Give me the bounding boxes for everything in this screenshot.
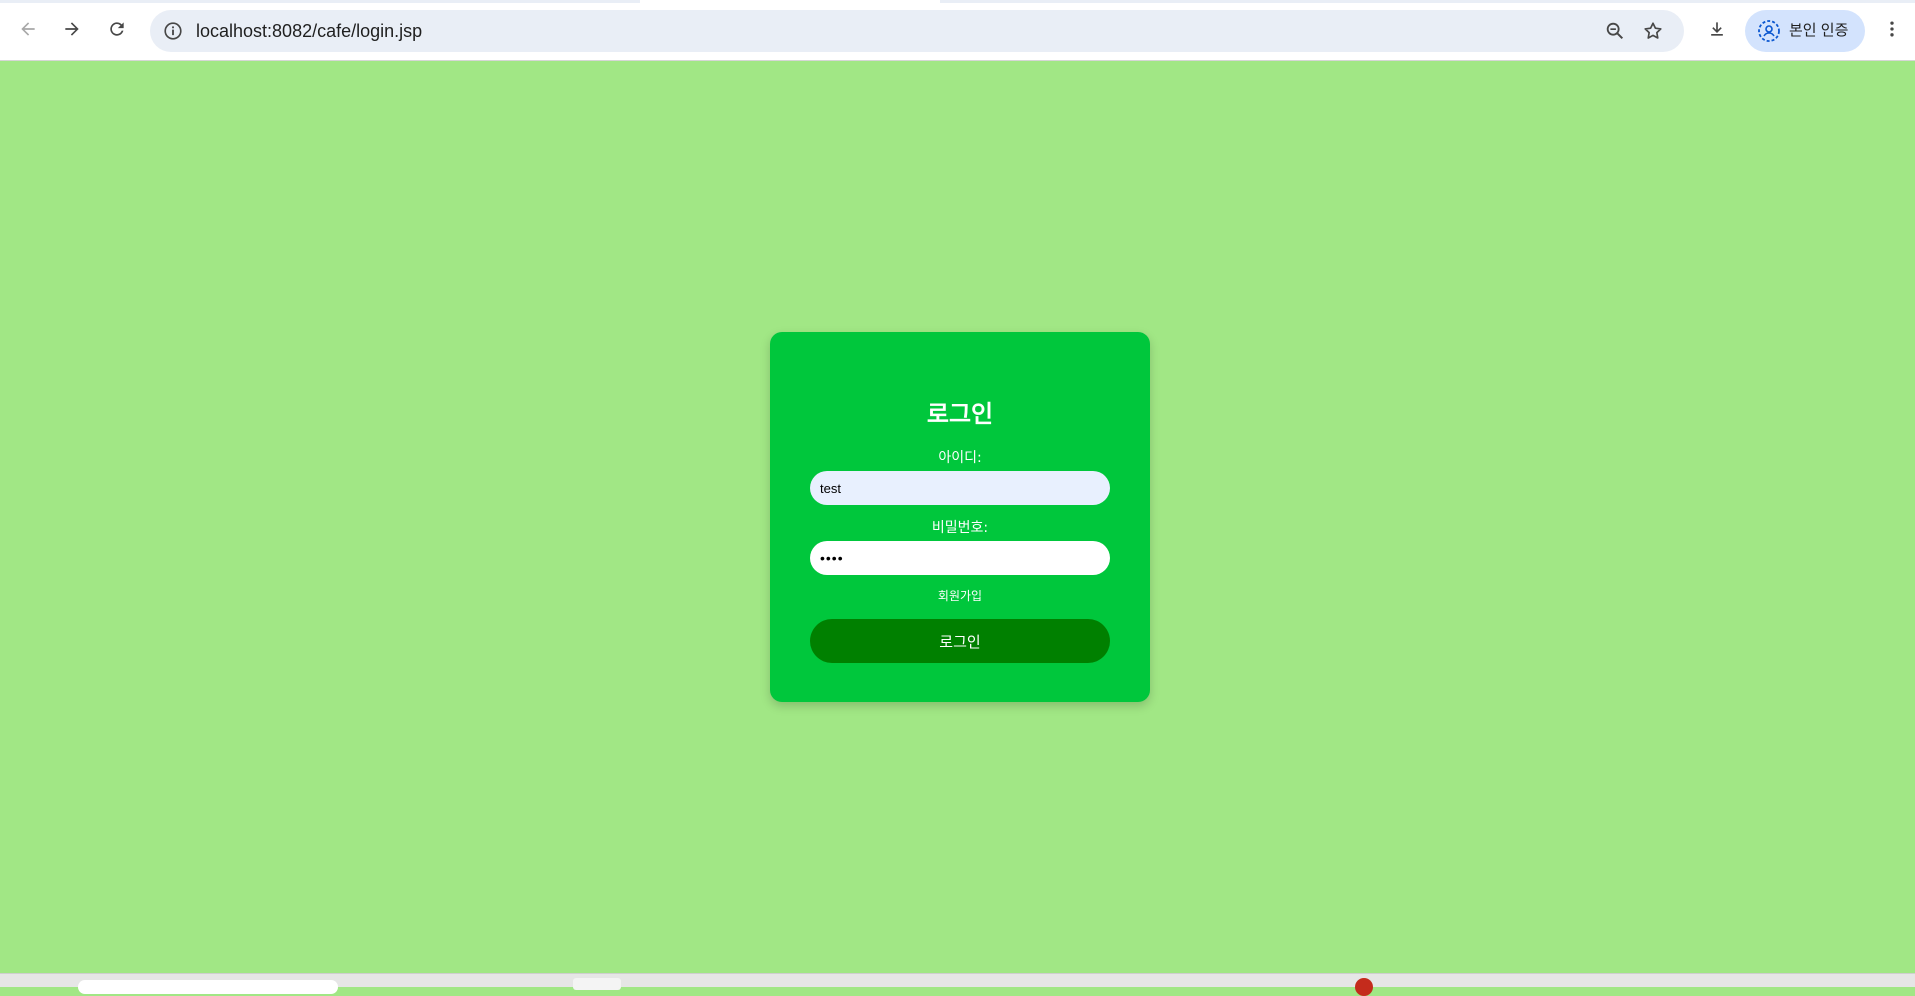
os-taskbar [0,973,1915,996]
download-icon [1711,22,1723,36]
login-button[interactable]: 로그인 [810,619,1110,663]
taskbar-app-icon[interactable] [573,978,621,990]
id-label: 아이디: [938,450,982,466]
info-icon[interactable] [162,20,184,42]
reload-icon [110,22,124,36]
star-icon [1644,22,1662,39]
kebab-menu-icon [1890,21,1894,37]
forward-button[interactable] [56,13,88,45]
arrow-right-icon [65,22,79,36]
profile-icon [1758,20,1780,42]
login-title: 로그인 [926,400,994,428]
taskbar-search[interactable] [78,980,338,994]
password-label: 비밀번호: [931,520,989,536]
browser-menu-button[interactable] [1876,13,1908,45]
tab-strip-edge [0,0,1915,3]
taskbar-badge-icon[interactable] [1355,978,1373,996]
profile-label: 본인 인증 [1789,22,1849,39]
back-button[interactable] [12,13,44,45]
zoom-button[interactable] [1602,18,1628,44]
download-button[interactable] [1701,13,1733,45]
bookmark-button[interactable] [1640,18,1666,44]
reload-button[interactable] [101,13,133,45]
zoom-out-icon [1606,22,1624,40]
signup-link[interactable]: 회원가입 [770,587,1150,604]
login-form: 로그인 아이디: 비밀번호: 회원가입 로그인 [770,332,1150,702]
address-bar[interactable]: localhost:8082/cafe/login.jsp [150,10,1684,52]
url-text[interactable]: localhost:8082/cafe/login.jsp [196,10,422,52]
arrow-left-icon [21,22,35,36]
browser-toolbar: localhost:8082/cafe/login.jsp 본인 인증 [0,0,1915,61]
password-input[interactable] [810,541,1110,575]
id-input[interactable] [810,471,1110,505]
profile-button[interactable]: 본인 인증 [1745,10,1865,52]
